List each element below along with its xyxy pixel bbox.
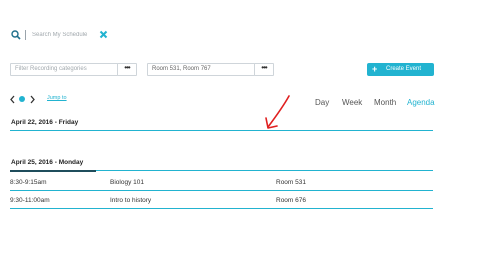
row-divider xyxy=(10,190,433,191)
event-time: 9:30-11:00am xyxy=(10,197,50,204)
create-event-button[interactable]: + Create Event xyxy=(367,63,434,76)
search-divider xyxy=(25,30,26,40)
day-heading: April 25, 2016 - Monday xyxy=(11,159,84,166)
annotation-arrow-icon xyxy=(265,95,290,129)
event-title: Intro to history xyxy=(110,197,152,204)
event-time: 8:30-9:15am xyxy=(10,179,47,186)
event-title: Biology 101 xyxy=(110,179,144,186)
tab-week[interactable]: Week xyxy=(342,98,362,107)
plus-icon: + xyxy=(372,64,378,74)
chevron-left-icon[interactable] xyxy=(9,95,16,104)
table-row[interactable]: 9:30-11:00am Intro to history Room 676 xyxy=(10,195,433,207)
recording-category-filter[interactable]: Filter Recording categories xyxy=(10,63,118,76)
day-heading-underline xyxy=(10,170,96,172)
recording-filter-more-button[interactable]: ••• xyxy=(117,63,137,76)
close-icon[interactable] xyxy=(99,30,108,39)
event-room: Room 676 xyxy=(276,197,306,204)
day-divider xyxy=(10,130,433,131)
room-filter-more-button[interactable]: ••• xyxy=(254,63,274,76)
row-divider xyxy=(10,208,433,209)
day-heading: April 22, 2016 - Friday xyxy=(11,119,79,126)
tab-month[interactable]: Month xyxy=(374,98,396,107)
tab-agenda[interactable]: Agenda xyxy=(407,98,435,107)
tab-day[interactable]: Day xyxy=(315,98,329,107)
event-room: Room 531 xyxy=(276,179,306,186)
create-event-label: Create Event xyxy=(386,66,422,72)
room-filter[interactable]: Room 531, Room 767 xyxy=(147,63,255,76)
jump-to-link[interactable]: Jump to xyxy=(47,95,67,101)
search-input[interactable] xyxy=(32,29,94,41)
chevron-right-icon[interactable] xyxy=(29,95,36,104)
today-dot[interactable] xyxy=(19,96,25,102)
table-row[interactable]: 8:30-9:15am Biology 101 Room 531 xyxy=(10,177,433,189)
search-icon[interactable] xyxy=(11,30,21,40)
